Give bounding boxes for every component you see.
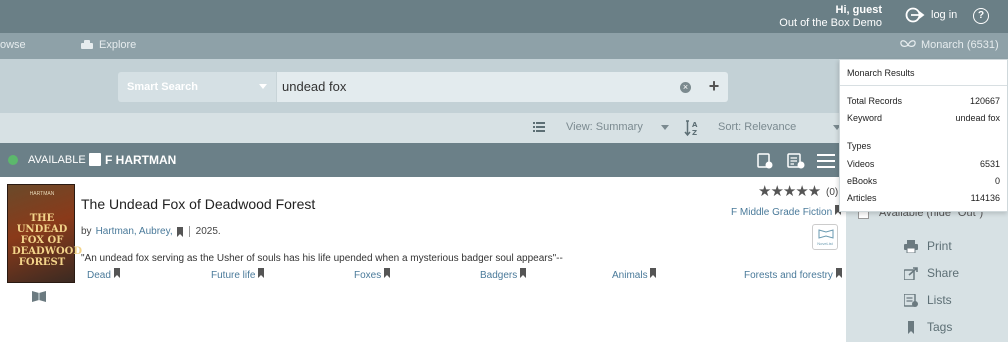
byline-prefix: by <box>81 226 92 237</box>
view-select[interactable]: View: Summary <box>566 121 643 133</box>
types-heading: Types <box>847 141 1000 151</box>
record-byline: by Hartman, Aubrey, 2025. <box>81 226 221 237</box>
nav-explore-label: Explore <box>99 39 137 51</box>
monarch-results-popup: Monarch Results Total Records 120667 Key… <box>839 59 1008 212</box>
publication-year: 2025. <box>195 226 221 237</box>
record-summary: "An undead fox serving as the Usher of s… <box>81 253 563 264</box>
print-button[interactable]: Print <box>904 239 952 253</box>
available-status-icon <box>8 155 18 165</box>
subject-link[interactable]: Animals <box>612 268 657 281</box>
type-count: 0 <box>994 176 1000 186</box>
type-label: Articles <box>847 193 877 203</box>
add-to-list-icon[interactable] <box>787 153 805 169</box>
butterfly-icon <box>900 40 916 47</box>
print-label: Print <box>927 239 952 253</box>
shelf-location-icon <box>89 153 101 166</box>
share-icon <box>904 266 918 280</box>
nav-monarch-label: Monarch (6531) <box>921 39 999 51</box>
sort-az-icon[interactable]: A Z <box>684 119 700 137</box>
nav-explore[interactable]: Explore <box>80 39 136 51</box>
lists-label: Lists <box>927 293 952 307</box>
type-row-videos[interactable]: Videos 6531 <box>847 159 1000 169</box>
list-view-icon[interactable] <box>533 122 545 132</box>
monarch-popup-title: Monarch Results <box>840 60 1007 86</box>
call-number: F HARTMAN <box>105 153 177 167</box>
keyword-row: Keyword undead fox <box>847 113 1000 123</box>
keyword-value: undead fox <box>955 113 1000 123</box>
user-greeting: Hi, guest Out of the Box Demo <box>779 4 882 30</box>
greeting-text: Hi, guest <box>835 4 882 16</box>
printer-icon <box>904 239 918 253</box>
subject-link[interactable]: Future life <box>211 268 265 281</box>
share-label: Share <box>927 266 960 280</box>
help-icon[interactable]: ? <box>973 8 989 24</box>
sort-select[interactable]: Sort: Relevance <box>718 121 796 133</box>
svg-text:Z: Z <box>692 129 697 137</box>
novelist-label: NoveList <box>817 241 833 246</box>
byline-divider <box>188 226 190 237</box>
place-hold-icon[interactable] <box>757 153 773 169</box>
login-button[interactable]: log in <box>905 7 957 23</box>
search-scope-select[interactable]: Smart Search <box>118 72 276 102</box>
availability-bar: AVAILABLE F HARTMAN <box>0 143 846 177</box>
login-icon <box>905 7 925 23</box>
tag-bookmark-icon <box>908 320 914 334</box>
chevron-down-icon <box>259 84 267 89</box>
subject-link[interactable]: Dead <box>87 268 120 281</box>
type-label: eBooks <box>847 176 878 186</box>
search-scope-label: Smart Search <box>127 81 198 93</box>
search-result-record: HARTMAN THE UNDEAD FOX OF DEADWOOD FORES… <box>0 177 846 342</box>
novelist-badge[interactable]: NoveList <box>812 224 838 250</box>
record-title[interactable]: The Undead Fox of Deadwood Forest <box>81 196 315 212</box>
nav-bar: owse Explore Monarch (6531) <box>0 33 1008 59</box>
lists-icon <box>904 293 918 307</box>
svg-text:A: A <box>692 121 698 129</box>
nav-monarch[interactable]: Monarch (6531) <box>900 39 999 51</box>
tags-button[interactable]: Tags <box>904 320 952 334</box>
type-count: 114136 <box>970 193 1000 203</box>
genre-link[interactable]: F Middle Grade Fiction <box>731 205 841 218</box>
view-chevron-down-icon <box>661 125 669 130</box>
subject-link[interactable]: Badgers <box>480 268 527 281</box>
cover-title: THE UNDEAD FOX OF DEADWOOD FOREST <box>12 213 83 268</box>
types-label: Types <box>847 141 872 151</box>
clear-search-icon[interactable]: × <box>680 82 691 93</box>
rating-count: (0) <box>826 187 839 198</box>
top-bar: Hi, guest Out of the Box Demo log in ? <box>0 0 1008 33</box>
add-search-button[interactable]: + <box>700 72 728 102</box>
availability-status: AVAILABLE <box>28 154 86 166</box>
total-records-value: 120667 <box>969 96 1000 106</box>
library-name: Out of the Box Demo <box>779 17 882 29</box>
subject-list: Dead Future life Foxes Badgers Animals F… <box>81 268 842 282</box>
login-label: log in <box>931 9 958 21</box>
total-records-label: Total Records <box>847 96 903 106</box>
total-records-row: Total Records 120667 <box>847 96 1000 106</box>
author-link[interactable]: Hartman, Aubrey, <box>96 226 173 237</box>
subject-link[interactable]: Forests and forestry <box>744 268 842 281</box>
share-button[interactable]: Share <box>904 266 959 280</box>
star-rating[interactable]: ★★★★★ <box>758 182 821 200</box>
book-cover-image[interactable]: HARTMAN THE UNDEAD FOX OF DEADWOOD FORES… <box>7 184 83 283</box>
tags-label: Tags <box>927 320 953 334</box>
type-row-ebooks[interactable]: eBooks 0 <box>847 176 1000 186</box>
subject-link[interactable]: Foxes <box>354 268 391 281</box>
nav-browse[interactable]: owse <box>0 39 26 51</box>
type-label: Videos <box>847 159 875 169</box>
type-count: 6531 <box>979 159 1000 169</box>
bookmark-icon[interactable] <box>176 226 183 237</box>
lists-button[interactable]: Lists <box>904 293 952 307</box>
genre-label: F Middle Grade Fiction <box>731 207 833 218</box>
cover-author: HARTMAN <box>29 191 55 197</box>
type-row-articles[interactable]: Articles 114136 <box>847 193 1000 203</box>
menu-icon[interactable] <box>817 154 835 168</box>
keyword-label: Keyword <box>847 113 883 123</box>
search-input[interactable]: undead fox <box>276 72 700 102</box>
book-open-icon <box>818 229 834 239</box>
explore-icon <box>81 40 93 49</box>
book-format-icon <box>32 291 46 302</box>
